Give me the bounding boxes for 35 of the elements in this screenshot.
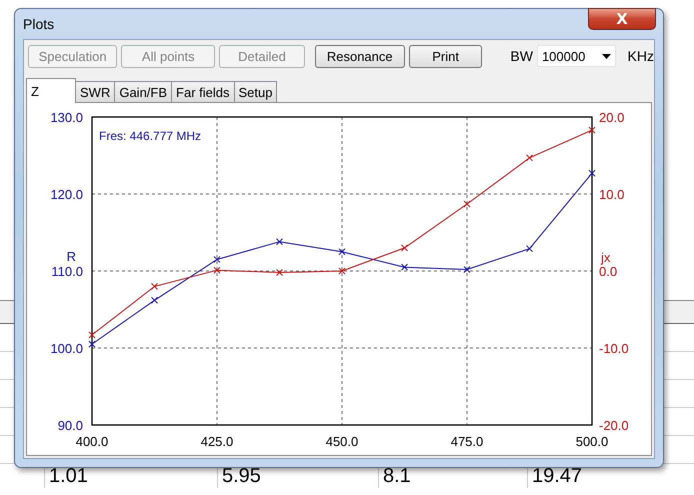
- table-cell: 1.01: [49, 465, 88, 487]
- y-tick-label: 20.0: [599, 110, 624, 125]
- table-cell: 5.95: [222, 465, 261, 487]
- close-button[interactable]: X: [588, 8, 656, 30]
- y-tick-label: -20.0: [599, 418, 629, 433]
- x-tick-label: 450.0: [326, 434, 358, 449]
- axis-label: jx: [601, 250, 610, 265]
- x-tick-label: 500.0: [576, 434, 608, 449]
- annotation-text: Fres: 446.777 MHz: [99, 129, 202, 143]
- window-title: Plots: [23, 16, 54, 32]
- bw-dropdown[interactable]: 100000: [536, 45, 616, 67]
- axis-label: R: [66, 249, 76, 264]
- toolbar-button[interactable]: Resonance: [314, 44, 405, 68]
- y-tick-label: 10.0: [599, 187, 624, 202]
- x-tick-label: 425.0: [200, 434, 234, 449]
- caret-icon: [602, 54, 611, 58]
- y-tick-label: 120.0: [50, 187, 83, 202]
- y-tick-label: 110.0: [51, 264, 83, 279]
- tab[interactable]: Setup: [234, 81, 278, 102]
- x-tick-label: 400.0: [76, 434, 108, 449]
- y-tick-label: 100.0: [50, 341, 83, 356]
- bw-label: BW: [510, 48, 533, 64]
- x-tick-label: 475.0: [450, 434, 484, 449]
- tab[interactable]: SWR: [75, 81, 116, 102]
- tab[interactable]: Gain/FB: [114, 81, 172, 102]
- tab[interactable]: Z: [26, 78, 76, 103]
- y-tick-label: 0.0: [599, 264, 618, 279]
- table-cell: 8.1: [383, 465, 411, 487]
- toolbar-button[interactable]: Print: [408, 44, 482, 68]
- tab[interactable]: Far fields: [171, 81, 234, 102]
- y-tick-label: 90.0: [58, 418, 83, 433]
- y-tick-label: -10.0: [599, 341, 629, 356]
- table-cell: 19.47: [532, 465, 582, 487]
- unit-label: KHz: [628, 48, 654, 64]
- y-tick-label: 130.0: [50, 110, 83, 125]
